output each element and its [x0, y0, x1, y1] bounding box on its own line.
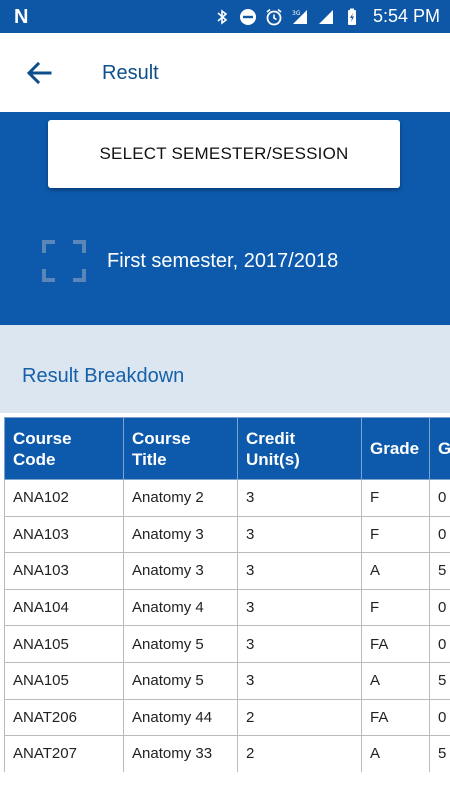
grade-cell: F — [361, 588, 430, 627]
table-row: ANA104 Anatomy 4 3 F 0 — [4, 588, 450, 627]
course-code-cell: ANA104 — [4, 588, 124, 627]
header-grade-point: G — [429, 417, 450, 480]
course-code-cell: ANAT207 — [4, 735, 124, 772]
credit-unit-cell: 3 — [237, 552, 362, 590]
do-not-disturb-icon — [239, 8, 256, 25]
header-credit-units: Credit Unit(s) — [237, 417, 362, 480]
course-code-cell: ANAT206 — [4, 698, 124, 737]
results-table: Course Code Course Title Credit Unit(s) … — [4, 417, 450, 772]
result-breakdown-title: Result Breakdown — [22, 365, 185, 387]
credit-unit-cell: 2 — [237, 735, 362, 772]
bluetooth-icon — [217, 8, 228, 25]
table-row: ANA103 Anatomy 3 3 A 5 — [4, 552, 450, 590]
grade-cell: F — [361, 515, 430, 554]
course-title-cell: Anatomy 3 — [123, 515, 238, 554]
scan-frame-icon — [42, 240, 86, 282]
credit-unit-cell: 3 — [237, 625, 362, 663]
grade-point-cell: 0 — [429, 479, 450, 517]
arrow-back-icon[interactable] — [22, 58, 56, 88]
grade-point-cell: 5 — [429, 735, 450, 772]
course-title-cell: Anatomy 2 — [123, 479, 238, 517]
select-semester-button[interactable]: SELECT SEMESTER/SESSION — [48, 120, 400, 188]
battery-charging-icon — [347, 8, 356, 25]
grade-cell: F — [361, 479, 430, 517]
course-code-cell: ANA103 — [4, 515, 124, 554]
course-title-cell: Anatomy 3 — [123, 552, 238, 590]
credit-unit-cell: 3 — [237, 515, 362, 554]
status-icons: 3G 5:54 PM — [213, 6, 440, 27]
table-row: ANA102 Anatomy 2 3 F 0 — [4, 479, 450, 517]
page-title: Result — [102, 62, 159, 84]
table-row: ANA105 Anatomy 5 3 FA 0 — [4, 625, 450, 663]
header-grade: Grade — [361, 417, 430, 480]
table-row: ANA103 Anatomy 3 3 F 0 — [4, 515, 450, 554]
table-header-row: Course Code Course Title Credit Unit(s) … — [4, 417, 450, 480]
svg-text:3G: 3G — [292, 10, 301, 17]
course-title-cell: Anatomy 33 — [123, 735, 238, 772]
grade-cell: FA — [361, 698, 430, 737]
course-title-cell: Anatomy 44 — [123, 698, 238, 737]
grade-cell: A — [361, 735, 430, 772]
grade-point-cell: 0 — [429, 515, 450, 554]
credit-unit-cell: 3 — [237, 588, 362, 627]
course-code-cell: ANA103 — [4, 552, 124, 590]
status-time: 5:54 PM — [372, 6, 440, 26]
table-row: ANA105 Anatomy 5 3 A 5 — [4, 661, 450, 700]
grade-point-cell: 0 — [429, 698, 450, 737]
grade-cell: A — [361, 552, 430, 590]
table-row: ANAT207 Anatomy 33 2 A 5 — [4, 735, 450, 772]
results-table-container[interactable]: Course Code Course Title Credit Unit(s) … — [4, 417, 450, 772]
notification-n-icon: N — [14, 6, 29, 28]
header-course-title: Course Title — [123, 417, 238, 480]
grade-point-cell: 0 — [429, 625, 450, 663]
semester-header: SELECT SEMESTER/SESSION First semester, … — [0, 112, 450, 325]
table-row: ANAT206 Anatomy 44 2 FA 0 — [4, 698, 450, 737]
grade-cell: FA — [361, 625, 430, 663]
result-breakdown-section: Result Breakdown — [0, 325, 450, 413]
course-title-cell: Anatomy 5 — [123, 661, 238, 700]
grade-point-cell: 5 — [429, 552, 450, 590]
credit-unit-cell: 3 — [237, 479, 362, 517]
course-code-cell: ANA105 — [4, 661, 124, 700]
alarm-icon — [266, 8, 282, 25]
grade-cell: A — [361, 661, 430, 700]
course-code-cell: ANA105 — [4, 625, 124, 663]
credit-unit-cell: 2 — [237, 698, 362, 737]
grade-point-cell: 5 — [429, 661, 450, 700]
signal-3g-icon: 3G — [292, 9, 307, 24]
signal-icon — [318, 9, 333, 24]
credit-unit-cell: 3 — [237, 661, 362, 700]
course-code-cell: ANA102 — [4, 479, 124, 517]
course-title-cell: Anatomy 4 — [123, 588, 238, 627]
grade-point-cell: 0 — [429, 588, 450, 627]
course-title-cell: Anatomy 5 — [123, 625, 238, 663]
app-bar: Result — [0, 33, 450, 112]
selected-semester-label: First semester, 2017/2018 — [107, 250, 339, 272]
header-course-code: Course Code — [4, 417, 124, 480]
status-bar: N 3G 5:54 PM — [0, 0, 450, 33]
